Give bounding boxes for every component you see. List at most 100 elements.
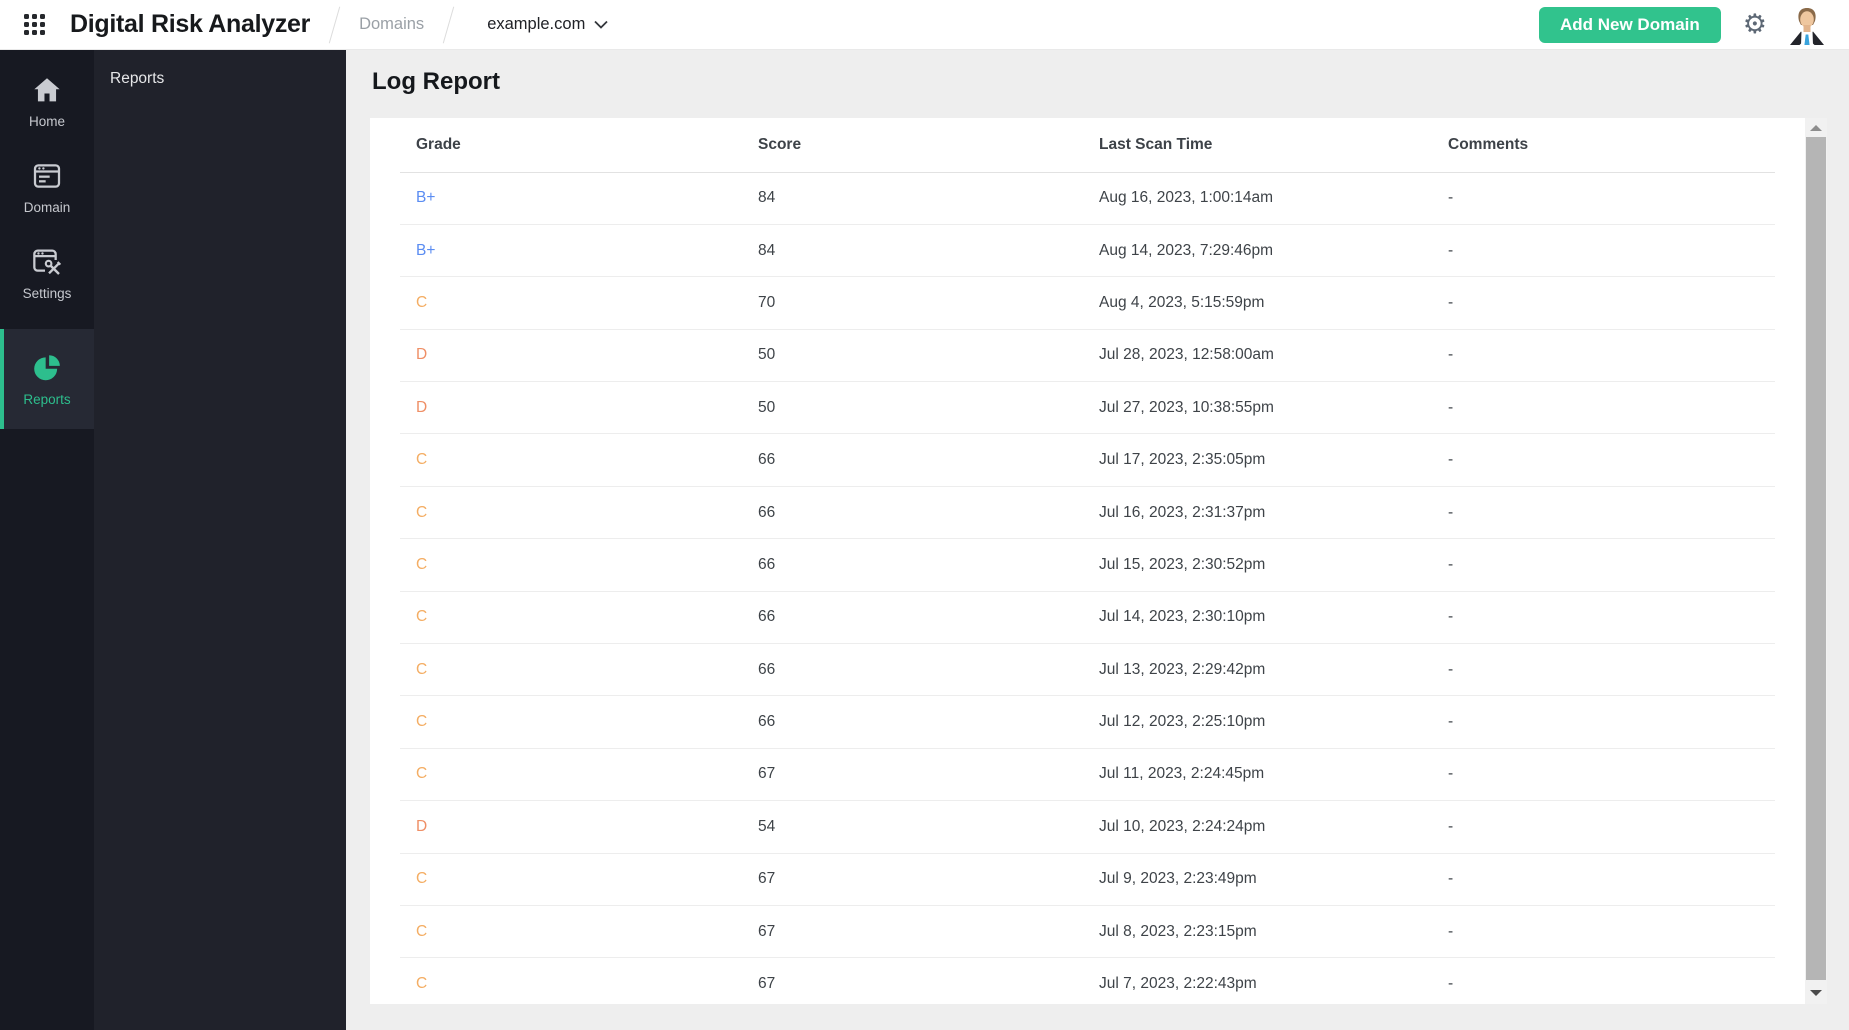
scan-time-cell: Aug 4, 2023, 5:15:59pm xyxy=(1099,276,1448,330)
gear-icon[interactable]: ⚙ xyxy=(1743,11,1767,38)
page-title: Log Report xyxy=(372,68,500,95)
grade-link[interactable]: B+ xyxy=(416,242,435,259)
sidebar-item-domain[interactable]: Domain xyxy=(0,144,94,230)
comments-cell: - xyxy=(1448,538,1775,592)
comments-cell: - xyxy=(1448,957,1775,1004)
grade-link[interactable]: C xyxy=(416,975,427,992)
add-new-domain-button[interactable]: Add New Domain xyxy=(1538,6,1721,43)
subpanel-item-reports[interactable]: Reports xyxy=(94,50,346,88)
scan-time-cell: Jul 12, 2023, 2:25:10pm xyxy=(1099,695,1448,749)
comments-cell: - xyxy=(1448,276,1775,330)
grade-link[interactable]: C xyxy=(416,451,427,468)
grade-link[interactable]: C xyxy=(416,713,427,730)
breadcrumb-slash xyxy=(442,6,455,43)
avatar[interactable] xyxy=(1787,5,1827,45)
sidebar-item-home[interactable]: Home xyxy=(0,58,94,144)
main-content: Log Report Grade Score Last Scan Time Co… xyxy=(346,50,1849,1030)
app-title: Digital Risk Analyzer xyxy=(70,10,311,38)
scan-time-cell: Jul 9, 2023, 2:23:49pm xyxy=(1099,853,1448,906)
column-header-last-scan-time: Last Scan Time xyxy=(1099,118,1448,173)
score-cell: 67 xyxy=(758,853,1099,906)
scrollbar-thumb[interactable] xyxy=(1806,137,1826,980)
grade-cell: D xyxy=(400,329,758,383)
scan-time-cell: Jul 11, 2023, 2:24:45pm xyxy=(1099,748,1448,802)
comments-cell: - xyxy=(1448,800,1775,854)
breadcrumb-slash xyxy=(328,6,341,43)
table-row: C 66 Jul 17, 2023, 2:35:05pm - xyxy=(400,433,1775,487)
grade-cell: C xyxy=(400,695,758,749)
grade-cell: C xyxy=(400,905,758,959)
table-header-row: Grade Score Last Scan Time Comments xyxy=(400,118,1775,173)
table-row: C 66 Jul 14, 2023, 2:30:10pm - xyxy=(400,591,1775,645)
log-report-card: Grade Score Last Scan Time Comments B+ 8… xyxy=(370,118,1805,1004)
score-cell: 67 xyxy=(758,748,1099,802)
domain-icon xyxy=(33,163,61,188)
sidebar-item-label: Settings xyxy=(22,285,72,301)
scroll-down-arrow-icon[interactable] xyxy=(1810,990,1822,996)
grade-link[interactable]: D xyxy=(416,399,427,416)
scan-time-cell: Jul 14, 2023, 2:30:10pm xyxy=(1099,591,1448,645)
sidebar-item-label: Home xyxy=(28,113,65,129)
score-cell: 84 xyxy=(758,172,1099,225)
table-row: C 70 Aug 4, 2023, 5:15:59pm - xyxy=(400,276,1775,330)
table-scrollbar[interactable] xyxy=(1805,118,1827,1004)
score-cell: 66 xyxy=(758,695,1099,749)
table-row: C 66 Jul 16, 2023, 2:31:37pm - xyxy=(400,486,1775,540)
grade-link[interactable]: B+ xyxy=(416,189,435,206)
table-row: D 54 Jul 10, 2023, 2:24:24pm - xyxy=(400,800,1775,854)
column-header-score: Score xyxy=(758,118,1099,173)
table-row: D 50 Jul 28, 2023, 12:58:00am - xyxy=(400,329,1775,383)
grade-cell: B+ xyxy=(400,172,758,225)
grade-link[interactable]: C xyxy=(416,608,427,625)
score-cell: 84 xyxy=(758,224,1099,278)
comments-cell: - xyxy=(1448,591,1775,645)
domain-selector[interactable]: example.com xyxy=(487,15,608,34)
sidebar-item-reports[interactable]: Reports xyxy=(0,329,94,429)
comments-cell: - xyxy=(1448,224,1775,278)
grade-cell: C xyxy=(400,276,758,330)
table-row: C 66 Jul 15, 2023, 2:30:52pm - xyxy=(400,538,1775,592)
comments-cell: - xyxy=(1448,381,1775,435)
table-row: B+ 84 Aug 16, 2023, 1:00:14am - xyxy=(400,172,1775,225)
grade-cell: C xyxy=(400,643,758,697)
comments-cell: - xyxy=(1448,643,1775,697)
grade-cell: D xyxy=(400,381,758,435)
comments-cell: - xyxy=(1448,905,1775,959)
comments-cell: - xyxy=(1448,486,1775,540)
table-row: C 67 Jul 9, 2023, 2:23:49pm - xyxy=(400,853,1775,906)
log-table-body: B+ 84 Aug 16, 2023, 1:00:14am - B+ 84 Au… xyxy=(400,172,1775,1004)
top-header: Digital Risk Analyzer Domains example.co… xyxy=(0,0,1849,50)
table-row: C 67 Jul 11, 2023, 2:24:45pm - xyxy=(400,748,1775,802)
grade-cell: C xyxy=(400,538,758,592)
breadcrumb-domains-link[interactable]: Domains xyxy=(359,15,424,34)
grade-link[interactable]: C xyxy=(416,870,427,887)
scan-time-cell: Jul 16, 2023, 2:31:37pm xyxy=(1099,486,1448,540)
scan-time-cell: Jul 27, 2023, 10:38:55pm xyxy=(1099,381,1448,435)
grade-link[interactable]: C xyxy=(416,556,427,573)
app-grid-icon[interactable] xyxy=(24,13,46,36)
grade-link[interactable]: C xyxy=(416,923,427,940)
chevron-down-icon xyxy=(594,20,608,29)
grade-link[interactable]: C xyxy=(416,765,427,782)
home-icon xyxy=(34,77,60,101)
score-cell: 50 xyxy=(758,329,1099,383)
comments-cell: - xyxy=(1448,853,1775,906)
grade-link[interactable]: C xyxy=(416,294,427,311)
settings-icon xyxy=(33,249,62,275)
sidebar-item-settings[interactable]: Settings xyxy=(0,230,94,316)
comments-cell: - xyxy=(1448,748,1775,802)
scroll-up-arrow-icon[interactable] xyxy=(1810,125,1822,131)
score-cell: 66 xyxy=(758,486,1099,540)
selected-domain: example.com xyxy=(487,15,586,33)
grade-link[interactable]: D xyxy=(416,346,427,363)
score-cell: 54 xyxy=(758,800,1099,854)
column-header-grade: Grade xyxy=(400,118,758,173)
pie-chart-icon xyxy=(34,354,60,380)
grade-link[interactable]: D xyxy=(416,818,427,835)
sidebar-item-label: Domain xyxy=(23,199,71,215)
score-cell: 67 xyxy=(758,957,1099,1004)
grade-cell: B+ xyxy=(400,224,758,278)
grade-link[interactable]: C xyxy=(416,661,427,678)
score-cell: 66 xyxy=(758,643,1099,697)
grade-link[interactable]: C xyxy=(416,504,427,521)
